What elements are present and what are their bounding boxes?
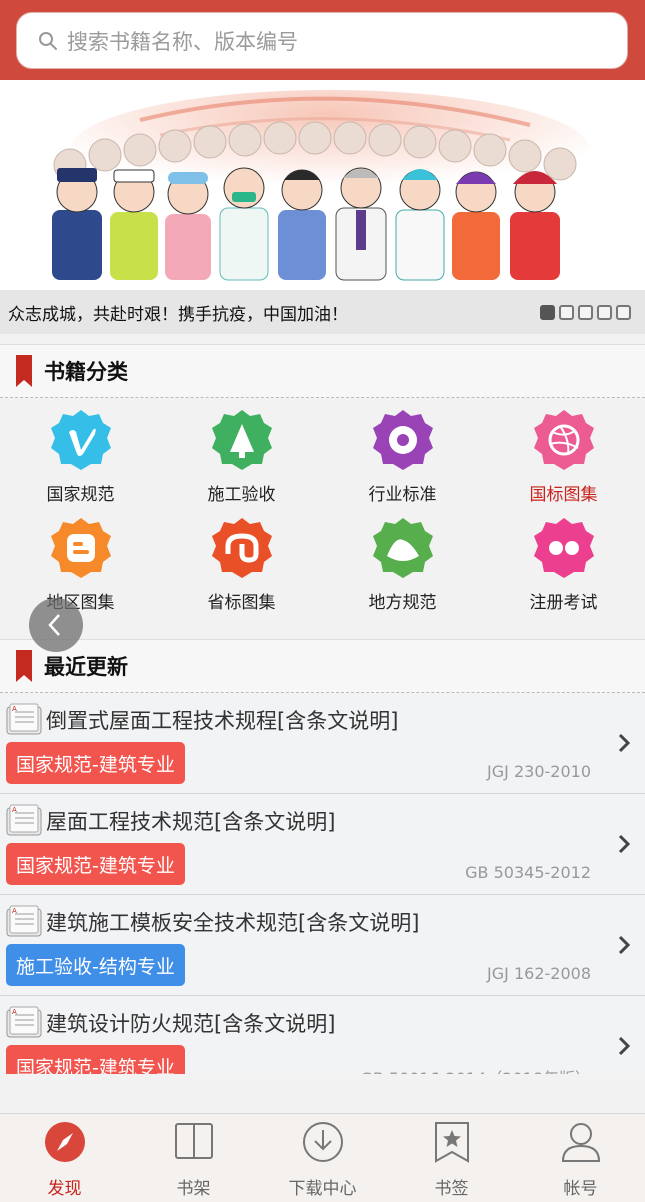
category-item-shigongyanshou[interactable]: 施工验收	[161, 399, 322, 507]
dribbble-icon	[533, 410, 594, 470]
category-tag: 国家规范-建筑专业	[6, 1045, 185, 1074]
chevron-right-icon	[618, 834, 631, 854]
search-input[interactable]: 搜索书籍名称、版本编号	[16, 12, 628, 69]
carousel-indicator	[540, 305, 631, 320]
bottom-tab-bar: 发现 书架 下载中心 书签 帐号	[0, 1113, 645, 1202]
banner-carousel[interactable]	[0, 80, 645, 290]
document-icon: A	[6, 703, 42, 735]
carousel-dot[interactable]	[616, 305, 631, 320]
category-label: 施工验收	[207, 485, 276, 505]
chevron-right-icon	[618, 935, 631, 955]
aperture-icon	[372, 410, 433, 470]
basecamp-icon	[372, 518, 433, 578]
carousel-dot[interactable]	[540, 305, 555, 320]
category-label: 行业标准	[368, 485, 437, 505]
tab-account[interactable]: 帐号	[516, 1114, 645, 1202]
document-icon: A	[6, 1006, 42, 1038]
category-item-guojiaguifan[interactable]: 国家规范	[0, 399, 161, 507]
category-item-shengbiaotuji[interactable]: 省标图集	[161, 507, 322, 615]
bookmark-ribbon-icon	[16, 355, 32, 387]
svg-text:A: A	[12, 705, 17, 713]
tab-downloads[interactable]: 下载中心	[258, 1114, 387, 1202]
tree-icon	[211, 410, 272, 470]
category-label: 注册考试	[529, 593, 598, 613]
recent-list: A 倒置式屋面工程技术规程[含条文说明] 国家规范-建筑专业 JGJ 230-2…	[0, 693, 645, 1074]
tab-discover[interactable]: 发现	[0, 1114, 129, 1202]
compass-icon	[44, 1122, 85, 1162]
bookmark-icon	[434, 1122, 469, 1163]
chevron-right-icon	[618, 1036, 631, 1056]
category-tag: 国家规范-建筑专业	[6, 843, 185, 885]
book-code: GB 50016-2014（2018年版）	[360, 1065, 591, 1074]
svg-text:A: A	[12, 806, 17, 814]
book-icon	[174, 1123, 213, 1159]
category-label: 国家规范	[46, 485, 115, 505]
book-title: 建筑施工模板安全技术规范[含条文说明]	[46, 911, 420, 935]
category-grid: 国家规范 施工验收 行业标准 国标图集 地区图集 省标图集 地方规范 注册考试	[0, 399, 645, 629]
book-code: JGJ 230-2010	[487, 762, 591, 781]
category-item-hangyebiaozhun[interactable]: 行业标准	[322, 399, 483, 507]
book-code: GB 50345-2012	[465, 863, 591, 882]
blogger-icon	[50, 518, 111, 578]
category-item-guobiaotuji[interactable]: 国标图集	[483, 399, 644, 507]
banner-caption-bar: 众志成城，共赴时艰！携手抗疫，中国加油！	[0, 290, 645, 334]
chevron-left-icon	[48, 614, 60, 636]
back-button[interactable]	[29, 598, 83, 652]
stumbleupon-icon	[211, 518, 272, 578]
banner-illustration	[0, 80, 645, 290]
vimeo-icon	[50, 410, 111, 470]
category-label: 国标图集	[529, 485, 598, 505]
document-icon: A	[6, 905, 42, 937]
tab-bookshelf[interactable]: 书架	[129, 1114, 258, 1202]
banner-caption: 众志成城，共赴时艰！携手抗疫，中国加油！	[8, 304, 348, 325]
top-bar: 搜索书籍名称、版本编号	[0, 0, 645, 80]
category-tag: 施工验收-结构专业	[6, 944, 185, 986]
search-icon	[39, 31, 57, 50]
categories-header: 书籍分类	[0, 344, 645, 398]
category-label: 地方规范	[368, 593, 437, 613]
carousel-dot[interactable]	[559, 305, 574, 320]
tab-label: 书签	[434, 1179, 469, 1199]
carousel-dot[interactable]	[597, 305, 612, 320]
category-item-zhucekaoshi[interactable]: 注册考试	[483, 507, 644, 615]
document-icon: A	[6, 804, 42, 836]
category-tag: 国家规范-建筑专业	[6, 742, 185, 784]
book-title: 建筑设计防火规范[含条文说明]	[46, 1012, 336, 1036]
list-item[interactable]: A 建筑设计防火规范[含条文说明] 国家规范-建筑专业 GB 50016-201…	[0, 996, 645, 1074]
tab-label: 下载中心	[288, 1179, 357, 1199]
carousel-dot[interactable]	[578, 305, 593, 320]
category-item-difangguifan[interactable]: 地方规范	[322, 507, 483, 615]
tab-bookmarks[interactable]: 书签	[387, 1114, 516, 1202]
download-icon	[302, 1122, 343, 1162]
tab-label: 发现	[47, 1179, 82, 1199]
tab-label: 帐号	[563, 1179, 598, 1199]
list-item[interactable]: A 倒置式屋面工程技术规程[含条文说明] 国家规范-建筑专业 JGJ 230-2…	[0, 693, 645, 794]
book-title: 倒置式屋面工程技术规程[含条文说明]	[46, 709, 399, 733]
svg-text:A: A	[12, 1008, 17, 1016]
recent-header: 最近更新	[0, 639, 645, 693]
user-icon	[561, 1123, 600, 1162]
category-label: 省标图集	[207, 593, 276, 613]
section-title: 书籍分类	[44, 360, 128, 384]
svg-text:A: A	[12, 907, 17, 915]
section-title: 最近更新	[44, 655, 128, 679]
book-title: 屋面工程技术规范[含条文说明]	[46, 810, 336, 834]
bookmark-ribbon-icon	[16, 650, 32, 682]
flickr-icon	[533, 518, 594, 578]
search-placeholder: 搜索书籍名称、版本编号	[67, 29, 298, 54]
book-code: JGJ 162-2008	[487, 964, 591, 983]
tab-label: 书架	[176, 1179, 211, 1199]
list-item[interactable]: A 屋面工程技术规范[含条文说明] 国家规范-建筑专业 GB 50345-201…	[0, 794, 645, 895]
list-item[interactable]: A 建筑施工模板安全技术规范[含条文说明] 施工验收-结构专业 JGJ 162-…	[0, 895, 645, 996]
chevron-right-icon	[618, 733, 631, 753]
